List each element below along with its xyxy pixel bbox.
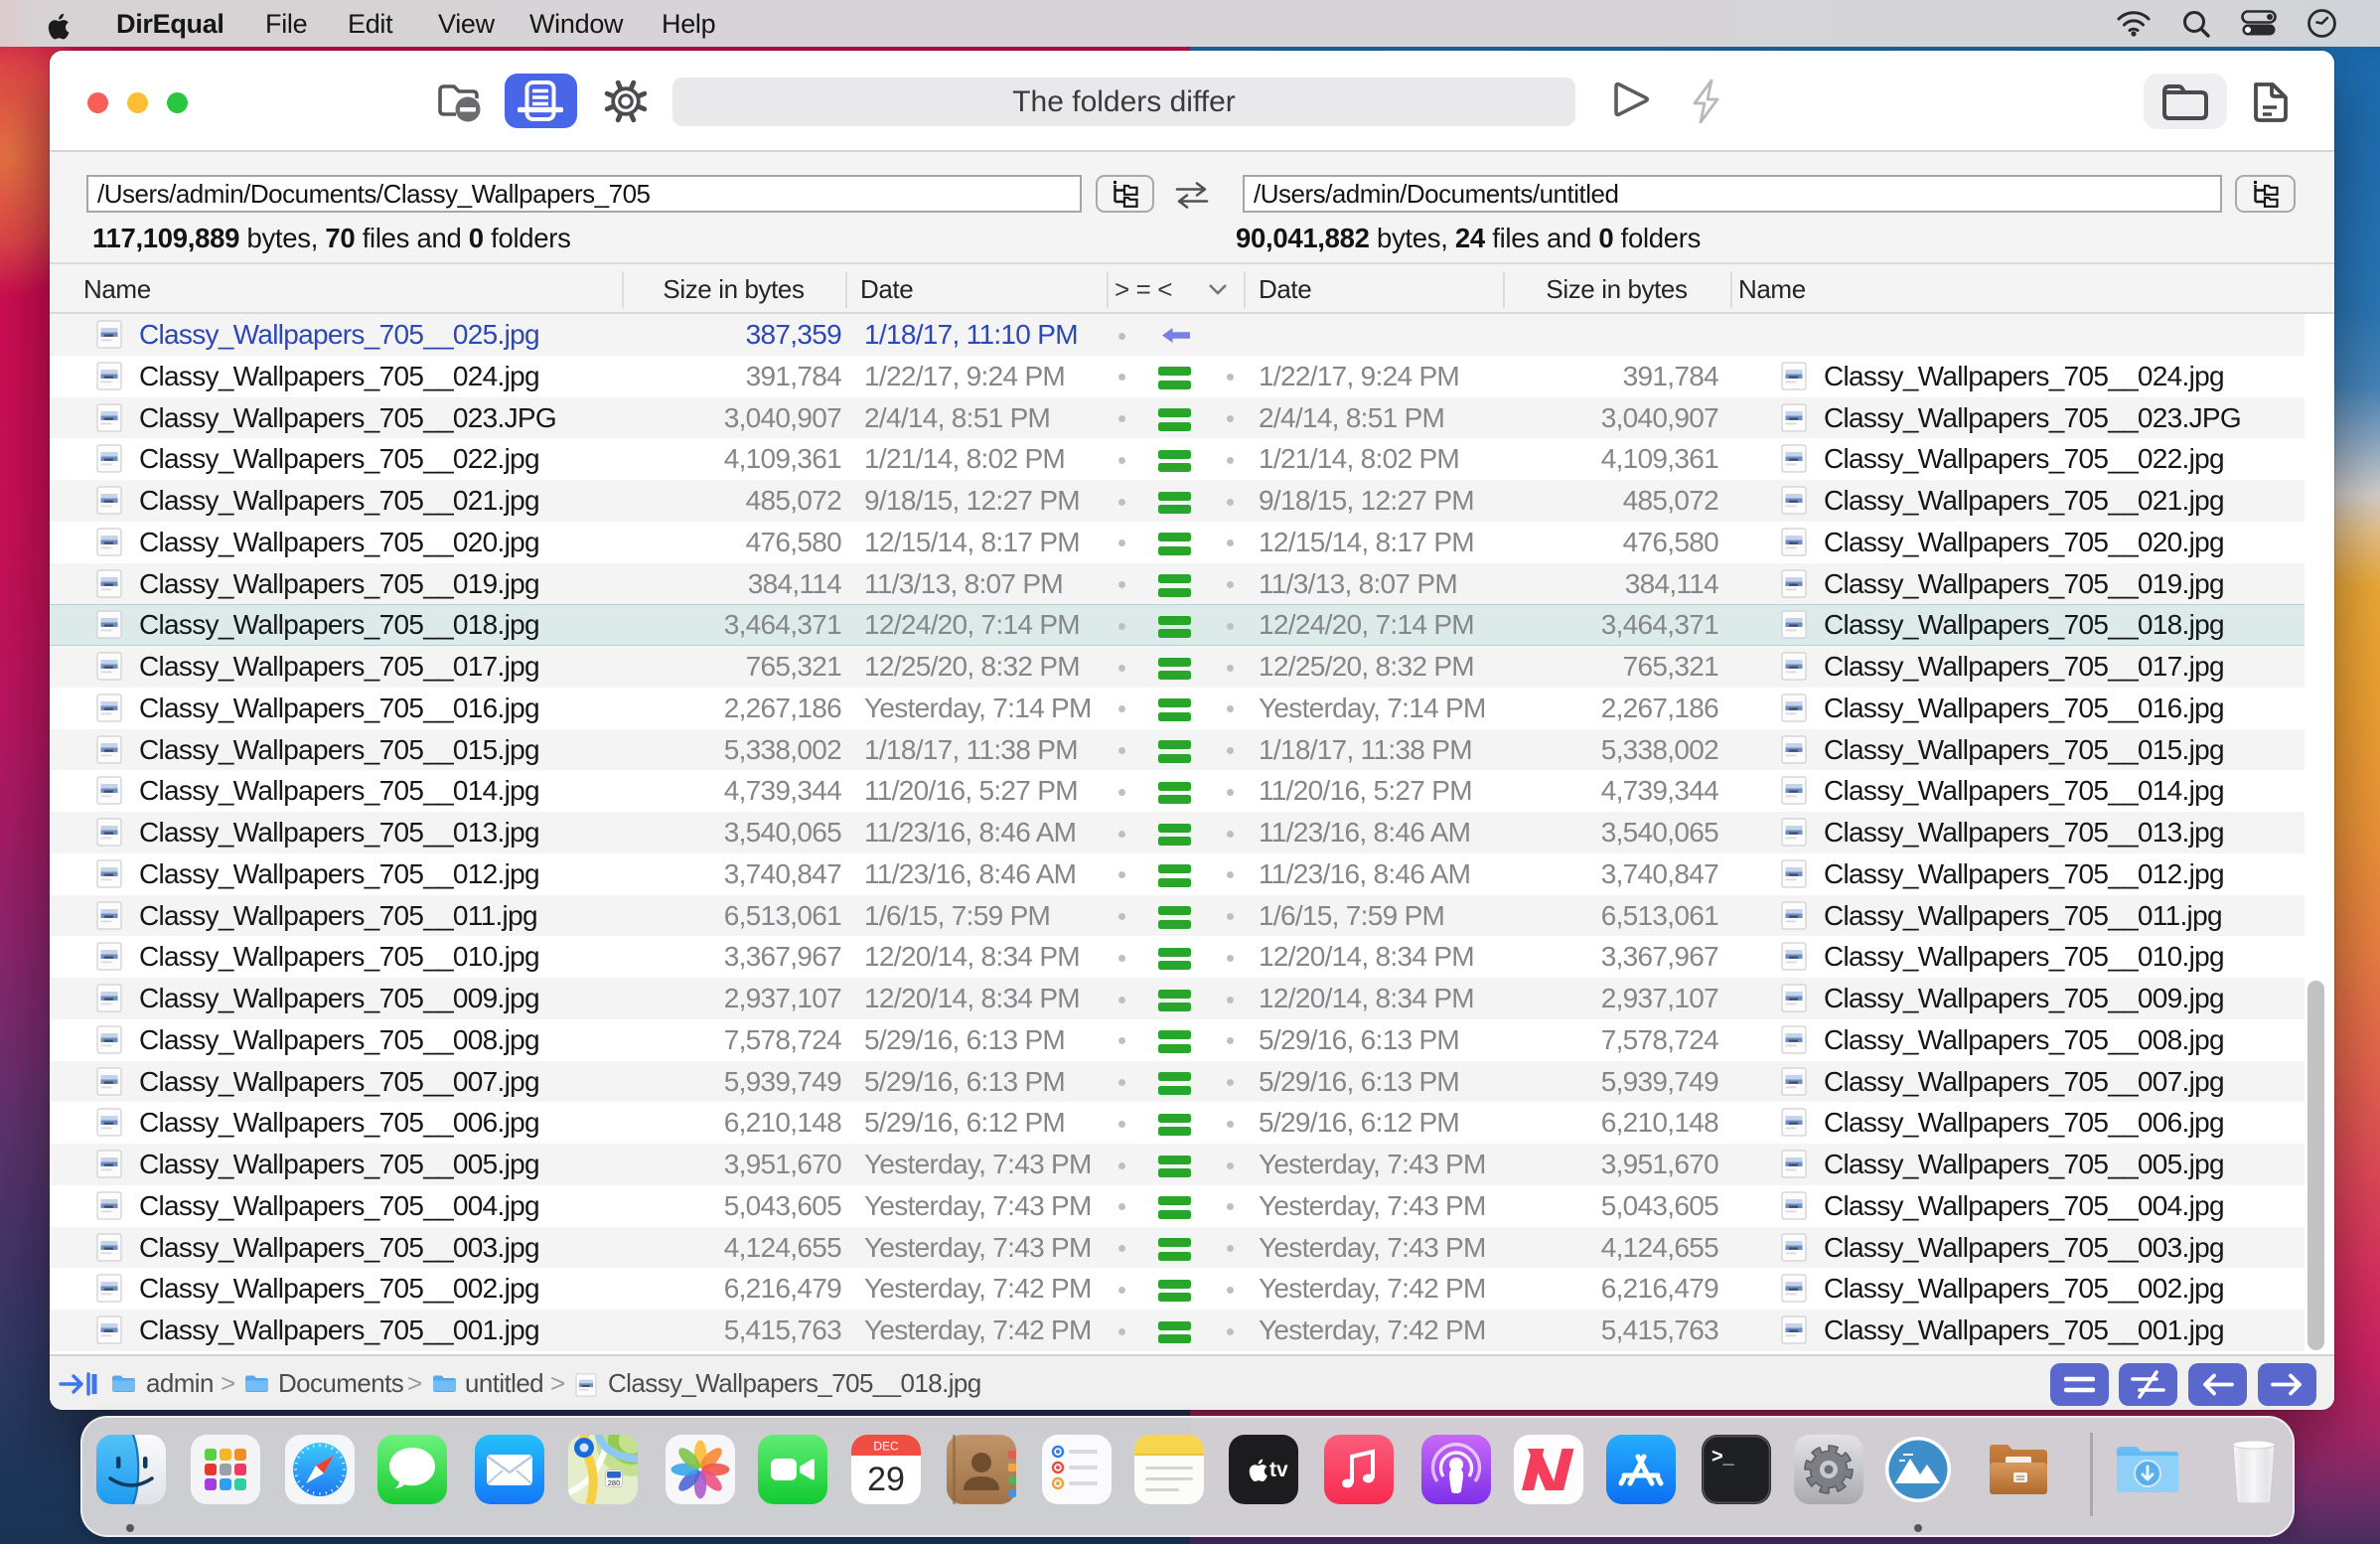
svg-text:tv: tv xyxy=(1269,1459,1288,1481)
svg-text:29: 29 xyxy=(867,1461,905,1498)
svg-text:DEC: DEC xyxy=(873,1440,899,1454)
svg-text:>_: >_ xyxy=(1711,1446,1735,1467)
svg-text:280: 280 xyxy=(608,1478,621,1487)
